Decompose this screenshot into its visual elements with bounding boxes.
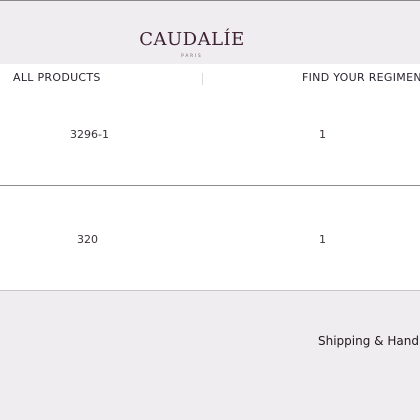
nav-item-all-products[interactable]: ALL PRODUCTS xyxy=(13,71,101,84)
main-navigation: ALL PRODUCTS FIND YOUR REGIMEN xyxy=(0,64,420,92)
top-border-line xyxy=(0,0,420,1)
table-row: 320 1 xyxy=(0,186,420,290)
brand-logo-wordmark: CAUDALÍE xyxy=(139,29,245,50)
nav-item-find-your-regimen[interactable]: FIND YOUR REGIMEN xyxy=(302,71,420,84)
brand-logo-tagline: PARIS xyxy=(181,53,203,58)
nav-divider xyxy=(202,73,203,85)
quantity-value: 1 xyxy=(319,233,326,246)
product-code: 3296-1 xyxy=(70,128,109,141)
product-code: 320 xyxy=(77,233,98,246)
shipping-handling-label: Shipping & Handling xyxy=(318,334,420,348)
table-row: 3296-1 1 xyxy=(0,92,420,185)
brand-logo[interactable]: CAUDALÍE PARIS xyxy=(0,29,384,59)
row-divider xyxy=(0,290,420,291)
quantity-value: 1 xyxy=(319,128,326,141)
